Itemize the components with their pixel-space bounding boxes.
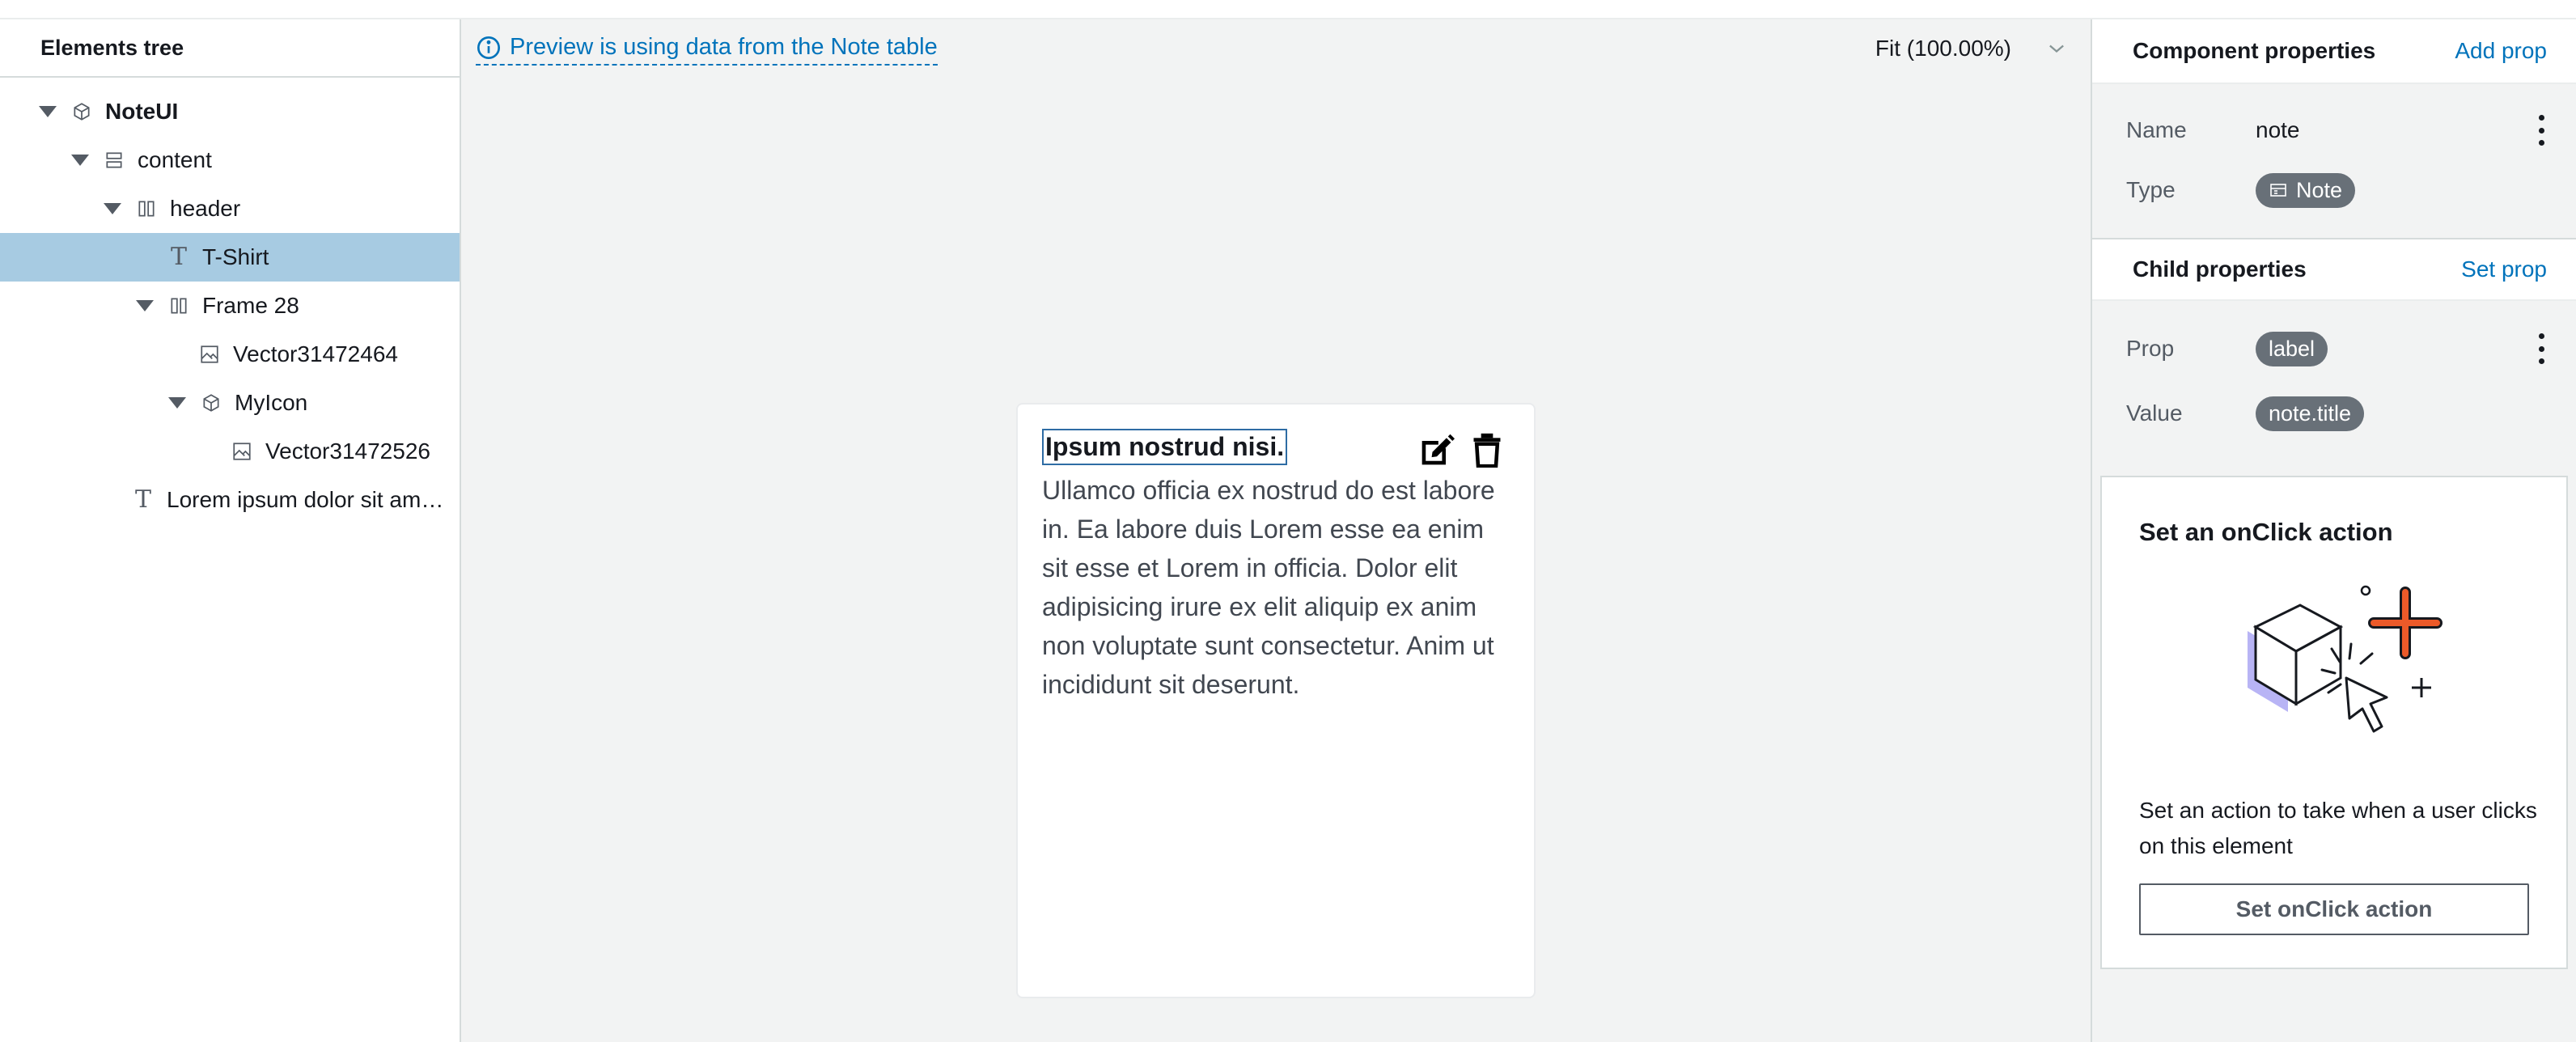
info-icon	[477, 36, 500, 59]
type-pill[interactable]: Note	[2256, 172, 2356, 208]
tree-node-content[interactable]: content	[0, 136, 460, 184]
tree-node-header[interactable]: header	[0, 184, 460, 233]
prop-row-name: Name note	[2092, 100, 2576, 160]
name-value[interactable]: note	[2256, 117, 2300, 143]
expand-triangle-icon[interactable]	[168, 397, 186, 409]
type-value: Note	[2296, 177, 2343, 202]
tree-node-myicon[interactable]: MyIcon	[0, 379, 460, 427]
note-card-preview[interactable]: Ipsum nostrud nisi. Ullamco officia ex n…	[1016, 403, 1536, 998]
tree-node-label: Vector31472464	[233, 341, 398, 366]
preview-data-notice[interactable]: Preview is using data from the Note tabl…	[476, 34, 938, 66]
tree-node-label: MyIcon	[235, 390, 308, 415]
image-icon	[199, 344, 220, 365]
component-icon	[71, 101, 92, 122]
more-options-icon[interactable]	[2537, 115, 2545, 146]
trash-icon[interactable]	[1471, 432, 1503, 468]
type-label: Type	[2126, 177, 2176, 202]
onclick-title: Set an onClick action	[2139, 518, 2393, 546]
expand-triangle-icon[interactable]	[136, 300, 154, 311]
note-title[interactable]: Ipsum nostrud nisi.	[1042, 429, 1288, 465]
tree-node-label: Vector31472526	[265, 438, 430, 464]
tree-node-label: NoteUI	[105, 99, 179, 124]
elements-tree-title: Elements tree	[0, 19, 460, 78]
elements-tree-panel: Elements tree NoteUI content header T T-…	[0, 19, 461, 1042]
tree-node-noteui[interactable]: NoteUI	[0, 87, 460, 136]
onclick-action-card: Set an onClick action Set an action to t…	[2100, 476, 2568, 969]
tree-node-lorem-ipsum[interactable]: T Lorem ipsum dolor sit am…	[0, 476, 460, 524]
prop-row-prop: Prop label	[2092, 319, 2576, 379]
tree-node-vector31472464[interactable]: Vector31472464	[0, 330, 460, 379]
flex-column-icon	[104, 150, 125, 171]
preview-canvas: Preview is using data from the Note tabl…	[461, 19, 2091, 1042]
expand-triangle-icon[interactable]	[39, 106, 57, 117]
name-label: Name	[2126, 117, 2187, 142]
tree-node-vector31472526[interactable]: Vector31472526	[0, 427, 460, 476]
more-options-icon[interactable]	[2537, 333, 2545, 364]
zoom-label: Fit (100.00%)	[1875, 36, 2011, 61]
tree-node-tshirt[interactable]: T T-Shirt	[0, 233, 460, 282]
prop-row-type: Type Note	[2092, 160, 2576, 220]
value-pill[interactable]: note.title	[2256, 396, 2365, 431]
set-onclick-action-button[interactable]: Set onClick action	[2139, 883, 2529, 935]
prop-pill[interactable]: label	[2256, 331, 2328, 366]
tree-node-label: Frame 28	[202, 293, 299, 318]
value-label: Value	[2126, 400, 2183, 426]
component-properties-header: Component properties Add prop	[2092, 19, 2576, 84]
tree-node-label: content	[138, 147, 212, 172]
chevron-down-icon	[2049, 44, 2064, 53]
add-prop-link[interactable]: Add prop	[2455, 38, 2547, 64]
component-icon	[201, 392, 222, 413]
tree-node-label: T-Shirt	[202, 244, 269, 269]
note-body: Ullamco officia ex nostrud do est labore…	[1042, 476, 1495, 699]
flex-row-icon	[136, 198, 157, 219]
zoom-select[interactable]: Fit (100.00%)	[1875, 36, 2068, 61]
table-icon	[2270, 184, 2286, 197]
flex-row-icon	[168, 295, 189, 316]
top-bar	[0, 0, 2576, 19]
tree-node-label: header	[170, 196, 241, 221]
set-prop-link[interactable]: Set prop	[2461, 256, 2547, 282]
image-icon	[231, 441, 252, 462]
component-properties-title: Component properties	[2133, 38, 2376, 63]
prop-label: Prop	[2126, 336, 2175, 361]
properties-panel: Component properties Add prop Name note …	[2091, 19, 2576, 1042]
edit-icon[interactable]	[1417, 432, 1456, 468]
onclick-illustration-icon	[2248, 585, 2443, 733]
preview-notice-text: Preview is using data from the Note tabl…	[510, 34, 938, 60]
expand-triangle-icon[interactable]	[104, 203, 121, 214]
tree-node-frame-28[interactable]: Frame 28	[0, 282, 460, 330]
prop-row-value: Value note.title	[2092, 383, 2576, 443]
onclick-description: Set an action to take when a user clicks…	[2139, 798, 2537, 858]
text-icon: T	[170, 243, 187, 271]
expand-triangle-icon[interactable]	[71, 155, 89, 166]
tree-node-label: Lorem ipsum dolor sit am…	[167, 487, 444, 512]
child-properties-header: Child properties Set prop	[2092, 239, 2576, 301]
text-icon: T	[134, 485, 151, 514]
child-properties-title: Child properties	[2133, 256, 2307, 282]
